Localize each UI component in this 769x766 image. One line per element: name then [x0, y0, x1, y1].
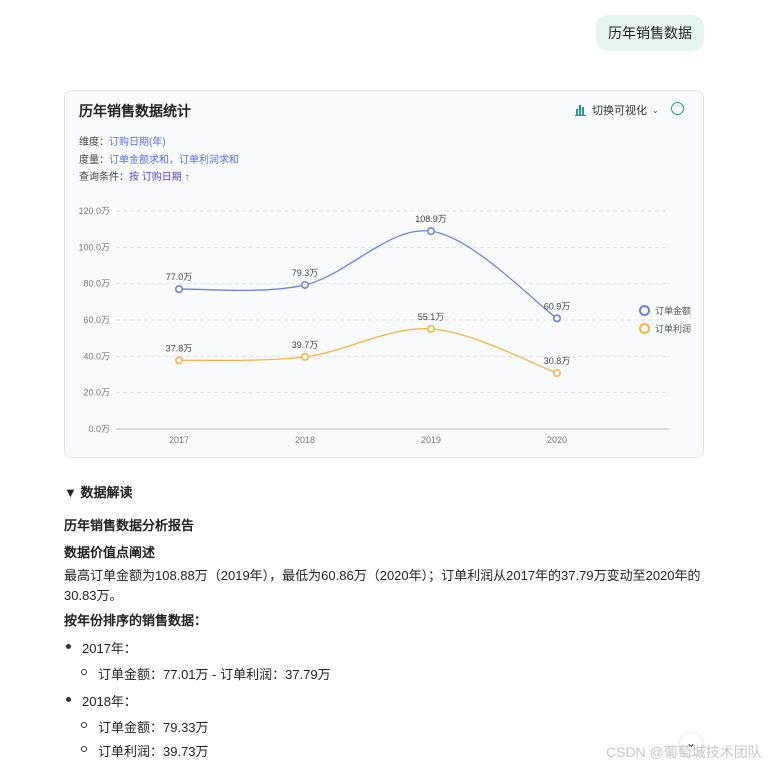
y-tick-label: 40.0万: [83, 351, 110, 361]
data-label: 55.1万: [418, 312, 445, 322]
data-label: 79.3万: [292, 268, 319, 278]
data-label: 77.0万: [166, 272, 193, 282]
x-tick-label: 2019: [421, 435, 441, 445]
y-tick-label: 0.0万: [88, 424, 110, 434]
report-paragraph-line2: 30.83万。: [64, 588, 123, 603]
legend-label: 订单金额: [655, 306, 692, 316]
user-message-bubble: 历年销售数据: [596, 15, 704, 51]
legend-item-amount[interactable]: 订单金额: [639, 304, 691, 317]
data-label: 108.9万: [415, 214, 447, 224]
data-interpretation-toggle[interactable]: ▼ 数据解读: [64, 482, 132, 501]
data-point: [301, 352, 310, 361]
legend-label: 订单利润: [655, 324, 692, 334]
data-point: [552, 369, 561, 378]
x-tick-label: 2018: [295, 435, 315, 445]
data-label: 30.8万: [544, 356, 571, 366]
report-paragraph-line1: 最高订单金额为108.88万（2019年），最低为60.86万（2020年）；订…: [64, 568, 701, 583]
data-point: [552, 314, 561, 323]
value-heading: 数据价值点阐述: [64, 545, 156, 560]
legend-marker: [639, 323, 650, 334]
data-point: [175, 285, 184, 294]
list-item-2018: 2018年：: [66, 691, 137, 710]
y-tick-label: 80.0万: [83, 279, 110, 289]
legend-marker: [639, 305, 650, 316]
x-tick-label: 2017: [169, 435, 189, 445]
data-point: [426, 324, 435, 333]
list-item-2017: 2017年：: [66, 638, 137, 657]
chart-card: 历年销售数据统计 切换可视化 ⌄ ··· 维度：订购日期(年) 度量：订单金额求…: [64, 90, 704, 458]
series-line: [178, 230, 558, 319]
data-label: 39.7万: [292, 340, 319, 350]
line-chart: 0.0万 20.0万 40.0万 60.0万 80.0万 100.0万 120.0万 2017…: [78, 206, 670, 445]
data-point: [175, 356, 184, 365]
data-label: 60.9万: [544, 301, 571, 311]
data-label: 37.8万: [166, 343, 193, 353]
y-tick-label: 100.0万: [78, 242, 110, 252]
y-tick-label: 20.0万: [83, 388, 110, 398]
sorted-heading: 按年份排序的销售数据：: [64, 613, 208, 628]
watermark: CSDN @葡萄城技术团队: [606, 744, 762, 760]
y-tick-label: 60.0万: [83, 315, 110, 325]
list-item-2018-amount: 订单金额：79.33万: [81, 717, 209, 736]
legend-item-profit[interactable]: 订单利润: [639, 322, 691, 335]
data-point: [301, 280, 310, 289]
list-item-2018-profit: 订单利润：39.73万: [81, 741, 209, 760]
data-point: [426, 227, 435, 236]
x-tick-label: 2020: [547, 435, 567, 445]
report-title: 历年销售数据分析报告: [64, 518, 195, 533]
y-tick-label: 120.0万: [78, 206, 110, 216]
list-item-2017-values: 订单金额：77.01万 - 订单利润：37.79万: [81, 664, 331, 683]
series-line: [178, 328, 558, 374]
